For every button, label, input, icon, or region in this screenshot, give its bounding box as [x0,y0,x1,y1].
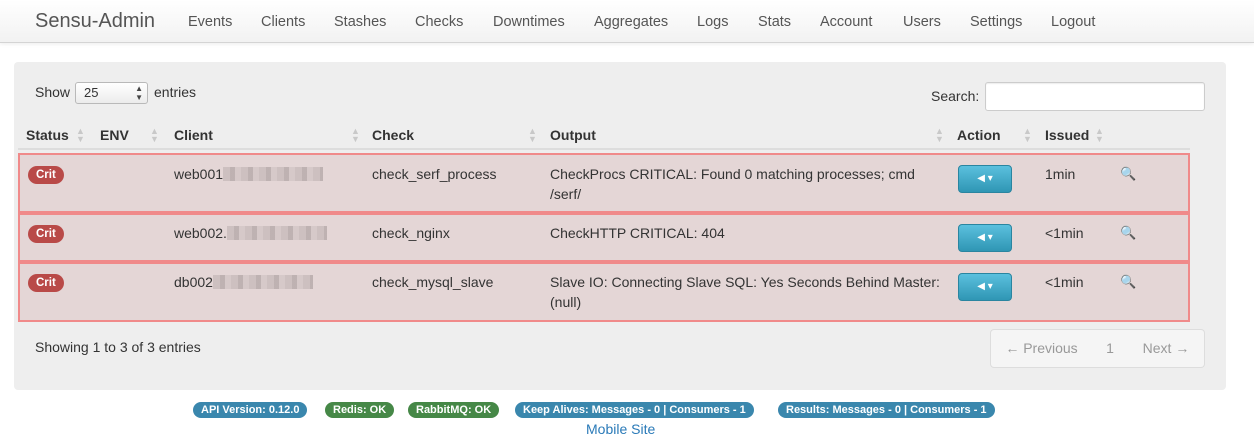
caret-down-icon: ▾ [987,173,993,184]
rabbitmq-status-label: RabbitMQ: OK [408,402,500,418]
client-name: db002 [174,274,213,290]
action-dropdown-button[interactable]: ◀ ▾ [958,273,1012,301]
column-header-check[interactable]: Check [372,127,414,143]
mobile-site-link[interactable]: Mobile Site [586,421,655,437]
nav-downtimes[interactable]: Downtimes [493,14,565,30]
zoom-in-icon[interactable]: 🔍 [1120,225,1136,241]
previous-page-button[interactable]: ← Previous [990,329,1093,368]
nav-aggregates[interactable]: Aggregates [594,14,668,30]
redacted-hostname [212,275,313,289]
nav-settings[interactable]: Settings [970,14,1022,30]
column-header-issued[interactable]: Issued [1045,127,1089,143]
entries-label: entries [154,84,197,100]
nav-clients[interactable]: Clients [261,14,305,30]
silence-icon: ◀ [977,173,985,184]
api-version-label: API Version: 0.12.0 [193,402,308,418]
table-info: Showing 1 to 3 of 3 entries [35,339,201,355]
next-page-button[interactable]: Next → [1128,329,1205,368]
redacted-hostname [226,226,327,240]
nav-users[interactable]: Users [903,14,941,30]
column-header-client[interactable]: Client [174,127,213,143]
output-cell: CheckHTTP CRITICAL: 404 [550,225,725,241]
nav-logout[interactable]: Logout [1051,14,1095,30]
action-dropdown-button[interactable]: ◀ ▾ [958,165,1012,193]
column-header-env[interactable]: ENV [100,127,129,143]
show-label: Show [35,84,71,100]
zoom-in-icon[interactable]: 🔍 [1120,274,1136,290]
search-input[interactable] [985,82,1205,111]
action-dropdown-button[interactable]: ◀ ▾ [958,224,1012,252]
table-header-divider [18,148,1190,150]
entries-per-page-select[interactable]: 25 ▲ ▼ [75,82,148,104]
client-cell[interactable]: db002 [174,272,313,292]
nav-checks[interactable]: Checks [415,14,463,30]
column-header-action[interactable]: Action [957,127,1001,143]
column-header-output[interactable]: Output [550,127,596,143]
caret-down-icon: ▾ [987,281,993,292]
sort-icon: ▲ ▼ [351,126,360,144]
client-name: web001 [174,166,224,182]
redacted-hostname [223,167,324,181]
entries-per-page-value: 25 [84,85,99,100]
issued-cell: <1min [1045,225,1084,241]
check-cell[interactable]: check_mysql_slave [372,272,493,292]
zoom-in-icon[interactable]: 🔍 [1120,166,1136,182]
output-cell: CheckProcs CRITICAL: Found 0 matching pr… [550,166,915,202]
status-badge: Crit [28,166,64,184]
issued-cell: <1min [1045,274,1084,290]
nav-stashes[interactable]: Stashes [334,14,386,30]
navbar: Sensu-Admin Events Clients Stashes Check… [0,0,1254,43]
column-header-status[interactable]: Status [26,127,69,143]
redis-status-label: Redis: OK [325,402,395,418]
silence-icon: ◀ [977,281,985,292]
select-arrows-icon: ▲ ▼ [135,84,143,102]
status-badge: Crit [28,225,64,243]
check-cell[interactable]: check_nginx [372,223,450,243]
nav-logs[interactable]: Logs [697,14,728,30]
issued-cell: 1min [1045,166,1076,182]
page-1-button[interactable]: 1 [1092,329,1129,368]
silence-icon: ◀ [977,232,985,243]
keepalives-status-label: Keep Alives: Messages - 0 | Consumers - … [515,402,754,418]
sort-icon: ▲ ▼ [528,126,537,144]
client-name: web002. [174,225,227,241]
status-badge: Crit [28,274,64,292]
check-cell[interactable]: check_serf_process [372,164,497,184]
nav-account[interactable]: Account [820,14,872,30]
search-label: Search: [931,88,980,104]
results-status-label: Results: Messages - 0 | Consumers - 1 [778,402,995,418]
nav-stats[interactable]: Stats [758,14,791,30]
brand-logo[interactable]: Sensu-Admin [35,10,155,33]
sort-icon: ▲ ▼ [1023,126,1032,144]
sort-icon: ▲ ▼ [935,126,944,144]
sort-icon: ▲ ▼ [76,126,85,144]
output-cell: Slave IO: Connecting Slave SQL: Yes Seco… [550,274,940,310]
caret-down-icon: ▾ [987,232,993,243]
client-cell[interactable]: web002. [174,223,327,243]
sort-icon: ▲ ▼ [150,126,159,144]
client-cell[interactable]: web001 [174,164,324,184]
nav-events[interactable]: Events [188,14,232,30]
sort-icon: ▲ ▼ [1095,126,1104,144]
